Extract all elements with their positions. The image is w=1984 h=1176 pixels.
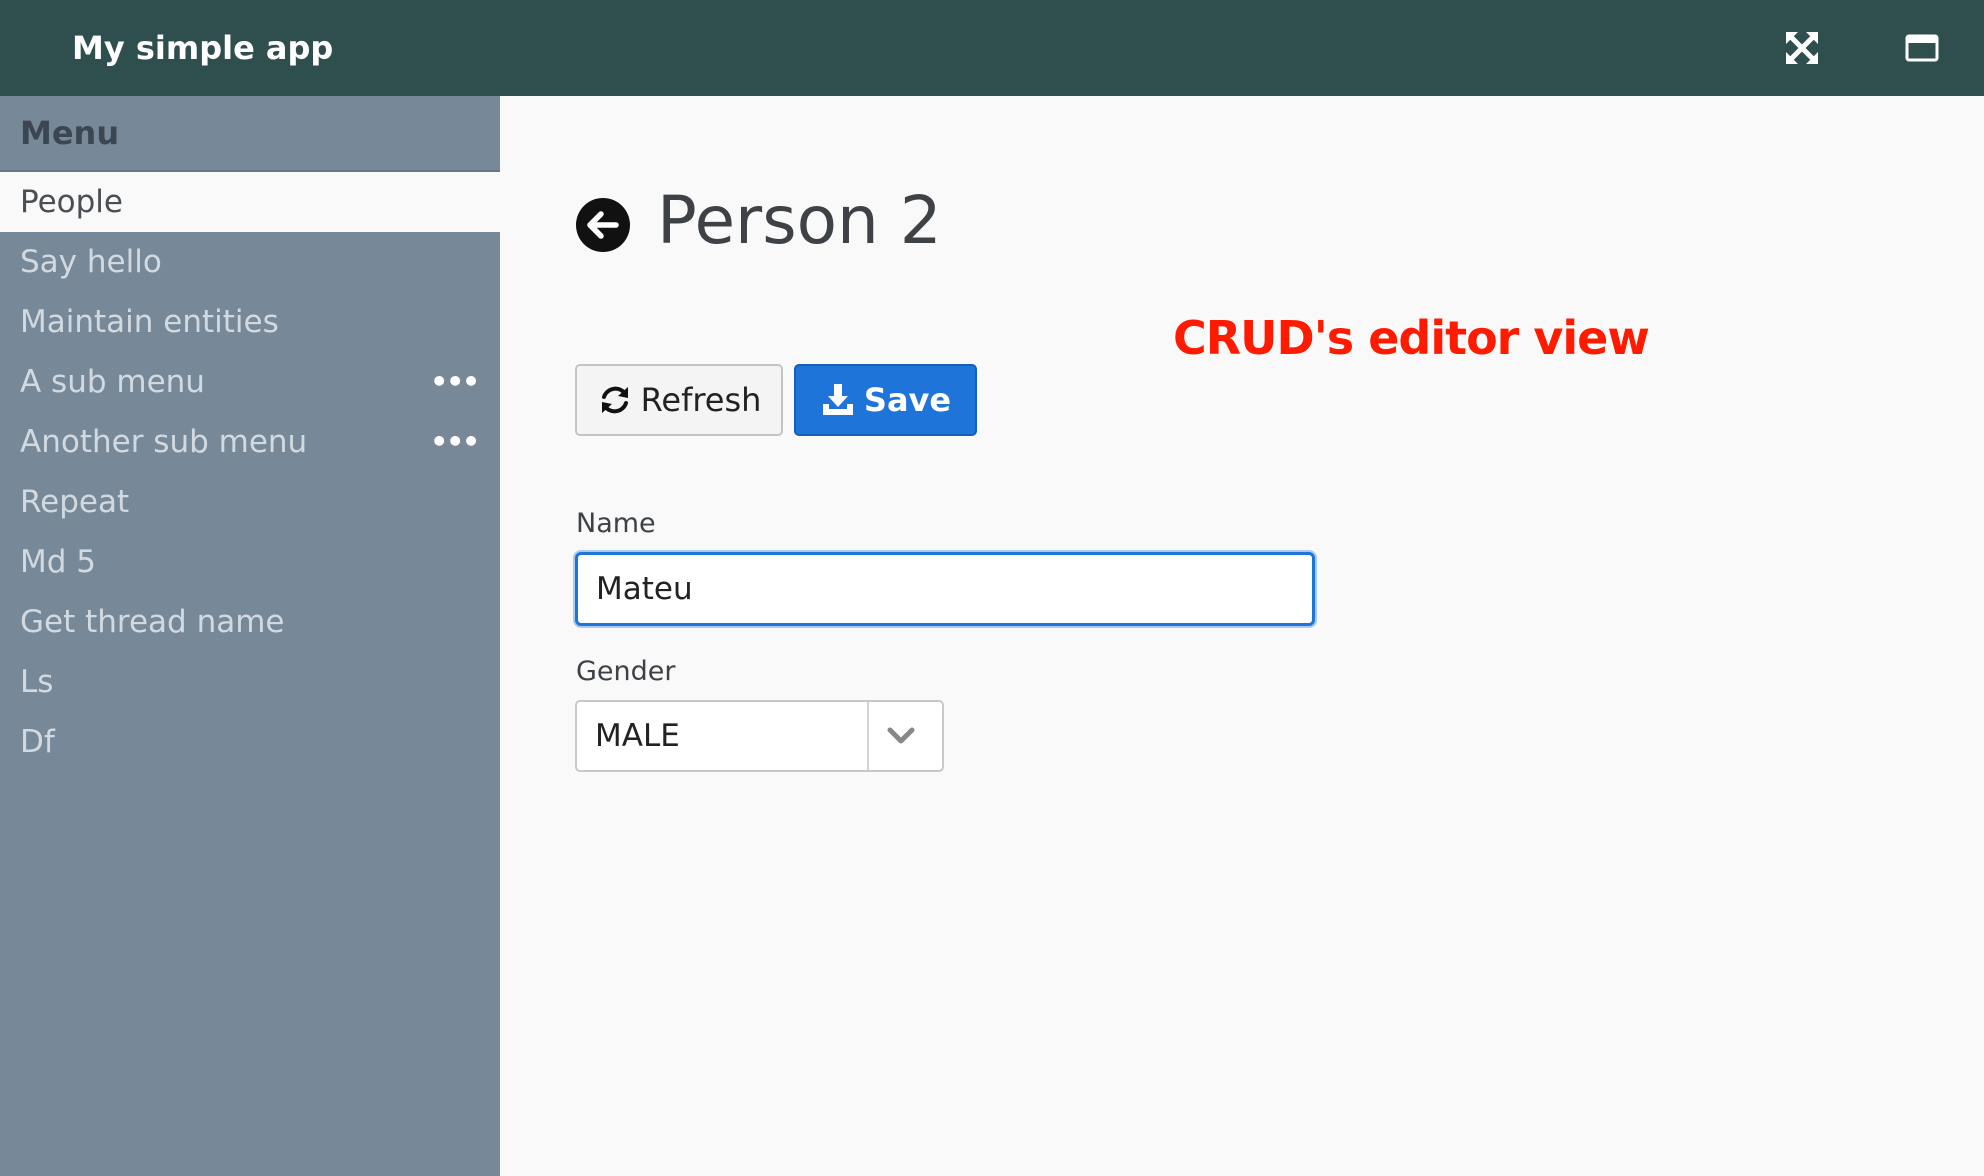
- download-icon: [822, 384, 853, 415]
- main-content: Person 2 CRUD's editor view Refresh Save…: [500, 96, 1984, 1176]
- menu-item-label: Df: [20, 724, 55, 760]
- menu-item-label: Say hello: [20, 244, 162, 280]
- refresh-button[interactable]: Refresh: [575, 364, 783, 436]
- menu-item-get-thread-name[interactable]: Get thread name: [0, 592, 500, 652]
- save-button-label: Save: [863, 381, 952, 419]
- menu-item-say-hello[interactable]: Say hello: [0, 232, 500, 292]
- more-icon[interactable]: •••: [430, 352, 480, 412]
- menu-item-label: People: [20, 184, 123, 220]
- annotation-label: CRUD's editor view: [1173, 311, 1650, 365]
- gender-label: Gender: [576, 656, 676, 687]
- menu-title: Menu: [0, 96, 500, 172]
- menu-item-label: Another sub menu: [20, 424, 308, 460]
- app-window: My simple app Menu People Say hello Main…: [0, 0, 1984, 1176]
- save-button[interactable]: Save: [794, 364, 977, 436]
- name-input[interactable]: [575, 552, 1315, 626]
- menu-item-a-sub-menu[interactable]: A sub menu •••: [0, 352, 500, 412]
- name-label: Name: [576, 508, 656, 539]
- menu-item-df[interactable]: Df: [0, 712, 500, 772]
- chevron-down-icon[interactable]: [884, 720, 918, 752]
- menu-list: People Say hello Maintain entities A sub…: [0, 172, 500, 772]
- refresh-button-label: Refresh: [640, 381, 762, 419]
- menu-item-label: Md 5: [20, 544, 97, 580]
- app-title: My simple app: [72, 29, 334, 67]
- menu-item-label: Repeat: [20, 484, 130, 520]
- gender-select[interactable]: MALE: [575, 700, 944, 772]
- refresh-icon: [601, 386, 628, 414]
- gender-selected-value: MALE: [595, 718, 680, 754]
- window-icon[interactable]: [1902, 28, 1942, 68]
- menu-item-label: Get thread name: [20, 604, 285, 640]
- menu-item-label: Maintain entities: [20, 304, 279, 340]
- menu-item-label: Ls: [20, 664, 54, 700]
- sidebar: Menu People Say hello Maintain entities …: [0, 96, 500, 1176]
- expand-icon[interactable]: [1782, 28, 1822, 68]
- menu-item-md-5[interactable]: Md 5: [0, 532, 500, 592]
- menu-item-repeat[interactable]: Repeat: [0, 472, 500, 532]
- menu-item-another-sub-menu[interactable]: Another sub menu •••: [0, 412, 500, 472]
- more-icon[interactable]: •••: [430, 412, 480, 472]
- menu-item-label: A sub menu: [20, 364, 205, 400]
- select-divider: [867, 702, 869, 770]
- menu-item-people[interactable]: People: [0, 172, 500, 232]
- back-arrow-icon[interactable]: [575, 197, 631, 253]
- page-title: Person 2: [657, 182, 942, 259]
- menu-item-maintain-entities[interactable]: Maintain entities: [0, 292, 500, 352]
- menu-item-ls[interactable]: Ls: [0, 652, 500, 712]
- app-header: My simple app: [0, 0, 1984, 96]
